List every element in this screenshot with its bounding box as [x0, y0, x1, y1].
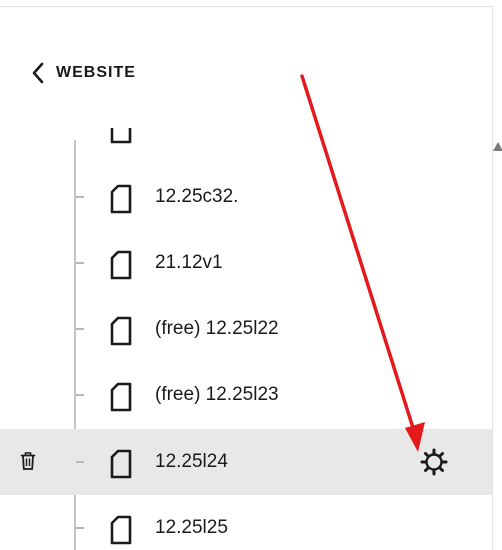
tree-tick — [76, 328, 84, 330]
tree-tick — [76, 461, 84, 463]
back-link-label: WEBSITE — [56, 64, 136, 81]
tree-tick — [76, 262, 84, 264]
page-title: 12.25l24 — [155, 451, 228, 472]
tree-tick — [76, 394, 84, 396]
top-divider — [0, 6, 492, 7]
scrollbar-track[interactable] — [492, 6, 493, 550]
back-to-website-link[interactable]: WEBSITE — [30, 58, 136, 88]
page-title: 12.25l25 — [155, 517, 228, 538]
page-title: 12.25c32. — [155, 186, 239, 207]
page-icon — [110, 382, 132, 412]
page-icon — [110, 128, 132, 144]
page-icon — [110, 449, 132, 479]
page-row-selected[interactable]: 12.25l24 — [0, 429, 492, 495]
gear-icon[interactable] — [419, 447, 449, 477]
trash-icon[interactable] — [20, 451, 36, 471]
pages-panel: WEBSITE 12.25c32. 21.12v1 (free) 12.25l2… — [0, 0, 502, 550]
page-row[interactable]: 12.25l25 — [0, 495, 492, 550]
page-row[interactable]: 12.25c32. — [0, 164, 492, 230]
page-icon — [110, 316, 132, 346]
tree-tick — [76, 527, 84, 529]
page-icon — [110, 250, 132, 280]
page-icon — [110, 515, 132, 545]
page-row[interactable]: (free) 12.25l22 — [0, 296, 492, 362]
page-icon — [110, 184, 132, 214]
page-title: (free) 12.25l23 — [155, 384, 279, 405]
chevron-left-icon — [30, 61, 46, 85]
page-title: 21.12v1 — [155, 252, 223, 273]
tree-tick — [76, 196, 84, 198]
scroll-up-arrow-icon[interactable] — [493, 142, 502, 151]
page-row[interactable]: 21.12v1 — [0, 230, 492, 296]
page-row[interactable]: (free) 12.25l23 — [0, 362, 492, 428]
page-title: (free) 12.25l22 — [155, 318, 279, 339]
